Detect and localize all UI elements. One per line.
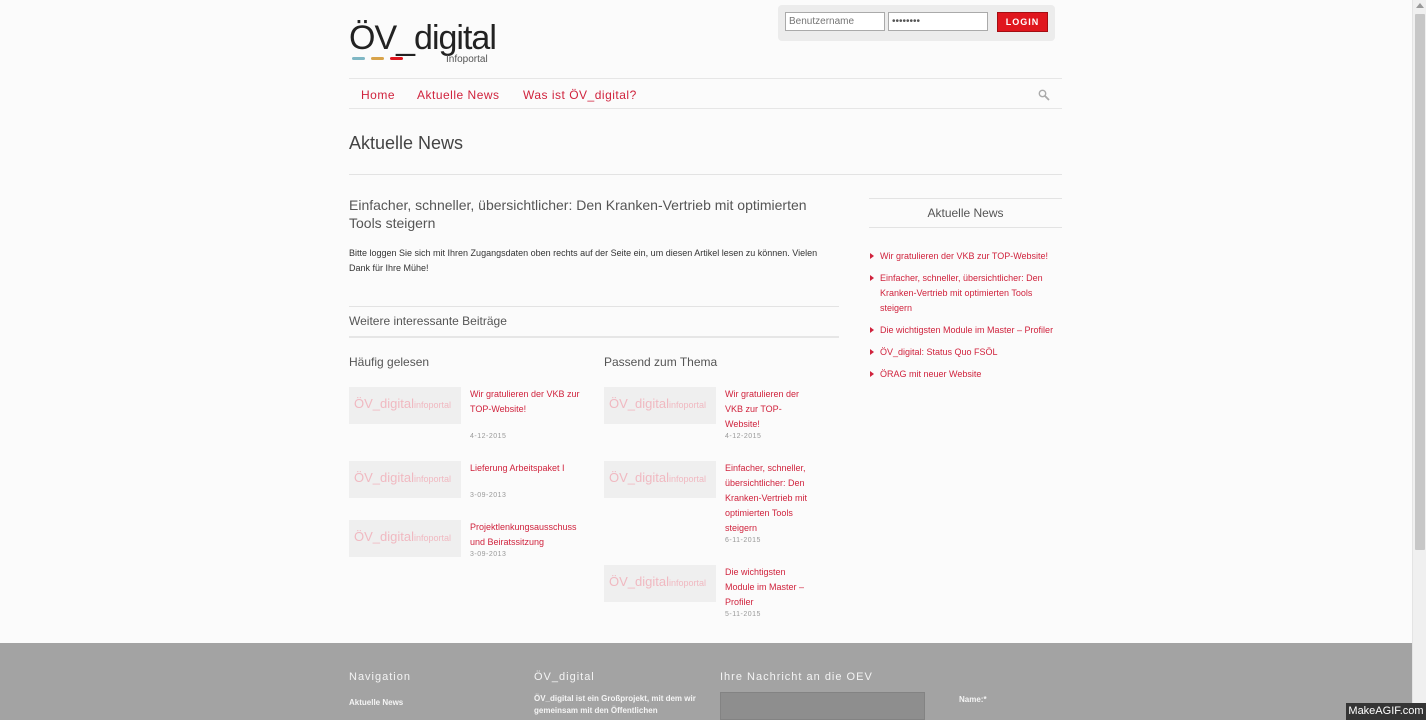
sidebar-news-link[interactable]: ÖRAG mit neuer Website <box>870 367 1060 382</box>
sidebar-news-link[interactable]: Die wichtigsten Module im Master – Profi… <box>870 323 1060 338</box>
footer-nav-title: Navigation <box>349 671 411 683</box>
search-icon[interactable] <box>1038 89 1050 101</box>
post-title-link[interactable]: Wir gratulieren der VKB zur TOP-Website! <box>470 387 582 417</box>
sidebar-news-label: ÖV_digital: Status Quo FSÖL <box>880 347 998 357</box>
thumb-sub: infoportal <box>668 400 707 410</box>
post-title-link[interactable]: Wir gratulieren der VKB zur TOP-Website! <box>725 387 815 432</box>
post-date: 3-09-2013 <box>470 492 507 499</box>
message-input[interactable] <box>720 692 925 720</box>
sidebar-news-link[interactable]: ÖV_digital: Status Quo FSÖL <box>870 345 1060 360</box>
sidebar-news-label: Wir gratulieren der VKB zur TOP-Website! <box>880 251 1049 261</box>
footer-contact-title: Ihre Nachricht an die OEV <box>720 671 873 683</box>
article-title: Einfacher, schneller, übersichtlicher: D… <box>349 197 807 231</box>
article-body: Bitte loggen Sie sich mit Ihren Zugangsd… <box>349 248 818 273</box>
footer-about-text: ÖV_digital ist ein Großprojekt, mit dem … <box>534 694 696 715</box>
post-thumbnail[interactable]: ÖV_digitalinfoportal <box>604 461 716 498</box>
login-button[interactable]: LOGIN <box>997 12 1048 32</box>
divider <box>349 174 1062 175</box>
divider <box>349 336 839 338</box>
post-date: 4-12-2015 <box>725 433 762 440</box>
scrollbar-thumb[interactable] <box>1415 14 1425 550</box>
nav-item-aktuelle-news[interactable]: Aktuelle News <box>417 88 500 102</box>
name-field-label: Name:* <box>959 695 987 704</box>
post-thumbnail[interactable]: ÖV_digitalinfoportal <box>604 387 716 424</box>
divider <box>349 306 839 307</box>
post-date: 3-09-2013 <box>470 551 507 558</box>
divider <box>869 227 1062 228</box>
username-input[interactable] <box>785 12 885 31</box>
logo-bar-orange <box>371 57 384 60</box>
column-title-popular: Häufig gelesen <box>349 355 430 369</box>
footer-about-title: ÖV_digital <box>534 671 595 683</box>
thumb-sub: infoportal <box>668 578 707 588</box>
logo-bar-blue <box>352 57 365 60</box>
scroll-up-icon[interactable] <box>1416 3 1424 8</box>
post-date: 6-11-2015 <box>725 537 761 544</box>
thumb-sub: infoportal <box>413 474 452 484</box>
thumb-text: ÖV_digital <box>609 470 669 485</box>
arrow-bullet-icon <box>870 349 874 355</box>
sidebar-news-label: Die wichtigsten Module im Master – Profi… <box>880 325 1054 335</box>
post-title-link[interactable]: Die wichtigsten Module im Master – Profi… <box>725 565 815 610</box>
logo-subtitle: Infoportal <box>446 54 488 65</box>
nav-item-was-ist[interactable]: Was ist ÖV_digital? <box>523 88 637 102</box>
post-thumbnail[interactable]: ÖV_digitalinfoportal <box>349 387 461 424</box>
post-title-link[interactable]: Einfacher, schneller, übersichtlicher: D… <box>725 461 815 536</box>
logo-text: ÖV_digital <box>349 19 497 57</box>
post-date: 5-11-2015 <box>725 611 761 618</box>
login-box: LOGIN <box>778 5 1055 41</box>
page-title: Aktuelle News <box>349 133 464 153</box>
sidebar-news-label: Einfacher, schneller, übersichtlicher: D… <box>880 273 1043 313</box>
post-title-link[interactable]: Projektlenkungsausschuss und Beiratssitz… <box>470 520 588 550</box>
logo-bar-red <box>390 57 403 60</box>
post-thumbnail[interactable]: ÖV_digitalinfoportal <box>604 565 716 602</box>
related-section-title: Weitere interessante Beiträge <box>349 314 507 328</box>
footer-nav-link[interactable]: Aktuelle News <box>349 697 403 709</box>
thumb-sub: infoportal <box>413 400 452 410</box>
footer: Navigation Aktuelle News ÖV_digital ÖV_d… <box>0 643 1412 720</box>
scrollbar[interactable] <box>1412 0 1426 720</box>
post-thumbnail[interactable]: ÖV_digitalinfoportal <box>349 461 461 498</box>
column-title-related: Passend zum Thema <box>604 355 718 369</box>
site-logo[interactable]: ÖV_digital Infoportal <box>349 20 499 68</box>
post-title-link[interactable]: Lieferung Arbeitspaket I <box>470 461 582 476</box>
nav-item-home[interactable]: Home <box>361 88 395 102</box>
sidebar-title: Aktuelle News <box>927 206 1004 220</box>
thumb-text: ÖV_digital <box>354 470 414 485</box>
thumb-text: ÖV_digital <box>354 529 414 544</box>
post-thumbnail[interactable]: ÖV_digitalinfoportal <box>349 520 461 557</box>
thumb-text: ÖV_digital <box>609 574 669 589</box>
thumb-text: ÖV_digital <box>354 396 414 411</box>
arrow-bullet-icon <box>870 327 874 333</box>
sidebar-news-link[interactable]: Wir gratulieren der VKB zur TOP-Website! <box>870 249 1060 264</box>
arrow-bullet-icon <box>870 371 874 377</box>
divider <box>869 198 1062 199</box>
watermark: MakeAGIF.com <box>1346 703 1426 720</box>
password-input[interactable] <box>888 12 988 31</box>
thumb-sub: infoportal <box>668 474 707 484</box>
sidebar-news-label: ÖRAG mit neuer Website <box>880 369 982 379</box>
arrow-bullet-icon <box>870 253 874 259</box>
post-date: 4-12-2015 <box>470 433 507 440</box>
arrow-bullet-icon <box>870 275 874 281</box>
main-nav: Home Aktuelle News Was ist ÖV_digital? <box>349 78 1062 109</box>
thumb-sub: infoportal <box>413 533 452 543</box>
sidebar-news-link[interactable]: Einfacher, schneller, übersichtlicher: D… <box>870 271 1060 316</box>
thumb-text: ÖV_digital <box>609 396 669 411</box>
logo-color-bars <box>352 57 403 60</box>
